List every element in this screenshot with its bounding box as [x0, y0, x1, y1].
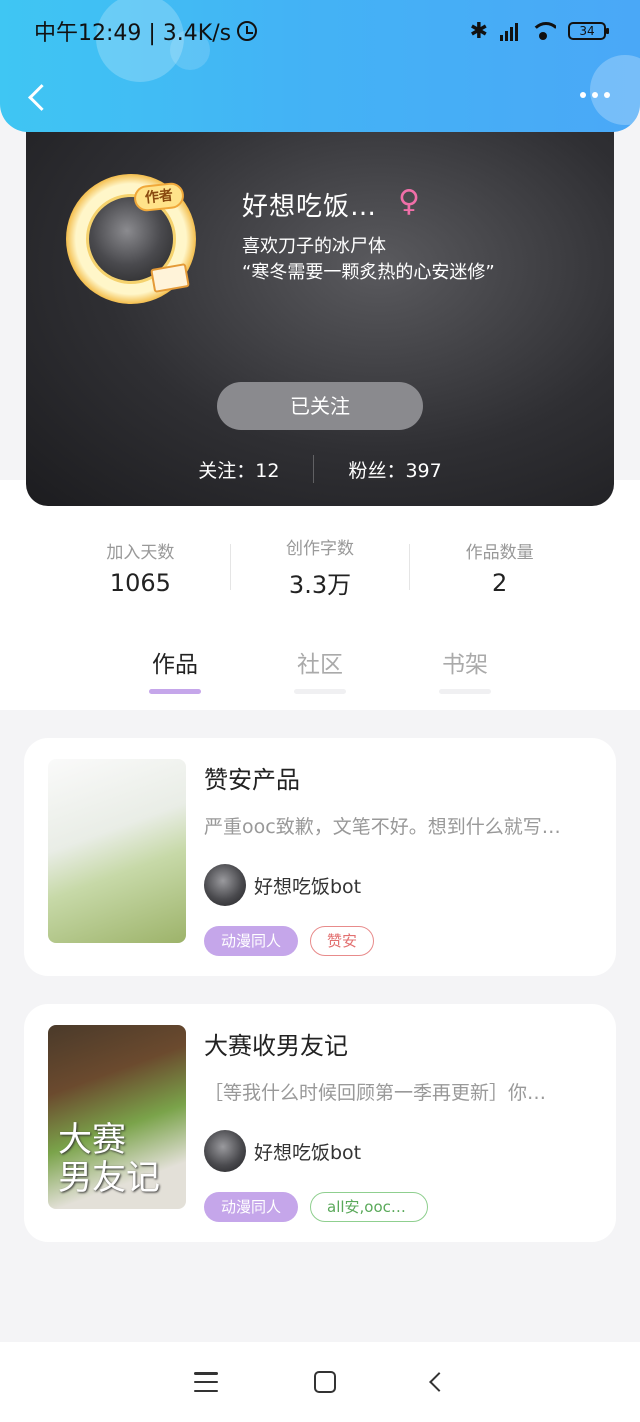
- tag[interactable]: 赞安: [310, 926, 375, 956]
- work-description: 严重ooc致歉，文笔不好。想到什么就写…: [204, 816, 561, 838]
- stat-value: 3.3万: [288, 571, 352, 599]
- author-name: 好想吃饭bot: [254, 875, 362, 898]
- stat-word-count: 创作字数 3.3万: [231, 534, 410, 600]
- author-avatar: [204, 1130, 246, 1172]
- stat-works-count: 作品数量 2: [410, 538, 589, 597]
- work-cover-image[interactable]: 大赛 男友记: [48, 1025, 186, 1209]
- tag[interactable]: 动漫同人: [204, 1192, 299, 1222]
- cover-title: 大赛 男友记: [58, 1120, 160, 1198]
- tab-works[interactable]: 作品: [135, 645, 215, 694]
- divider: [313, 455, 315, 483]
- work-title: 大赛收男友记: [204, 1032, 348, 1060]
- work-tags: 动漫同人 all安,ooc…: [204, 1192, 429, 1222]
- tag[interactable]: all安,ooc…: [310, 1192, 429, 1222]
- system-nav-bar: [0, 1342, 640, 1422]
- bluetooth-icon: ✱: [469, 18, 488, 44]
- tab-bar: 作品 社区 书架: [0, 645, 640, 701]
- profile-card: 作者 好想吃饭… ♀ 喜欢刀子的冰尸体 “寒冬需要一颗炙热的心安迷修” 已关注 …: [26, 106, 614, 506]
- menu-icon[interactable]: [194, 1372, 218, 1392]
- tab-indicator: [294, 689, 346, 694]
- battery-icon: 34: [568, 22, 609, 40]
- home-icon[interactable]: [314, 1371, 336, 1393]
- status-time: 中午12:49 | 3.4K/s: [34, 21, 232, 46]
- more-options-button[interactable]: [580, 92, 610, 98]
- top-header: 中午12:49 | 3.4K/s ✱ 34: [0, 0, 640, 132]
- bio-line: “寒冬需要一颗炙热的心安迷修”: [242, 262, 495, 283]
- work-author[interactable]: 好想吃饭bot: [204, 864, 361, 906]
- work-card[interactable]: 大赛 男友记 大赛收男友记 ［等我什么时候回顾第一季再更新］你… 好想吃饭bot …: [24, 1004, 616, 1242]
- user-name: 好想吃饭…: [242, 192, 378, 222]
- stat-join-days: 加入天数 1065: [51, 538, 230, 597]
- avatar[interactable]: 作者: [66, 174, 196, 304]
- tab-label: 作品: [152, 652, 198, 678]
- bio-line: 喜欢刀子的冰尸体: [242, 236, 386, 257]
- follow-button[interactable]: 已关注: [217, 382, 423, 430]
- wifi-icon: [530, 22, 556, 40]
- follow-stats: 关注：12 粉丝：397: [26, 452, 614, 486]
- work-author[interactable]: 好想吃饭bot: [204, 1130, 361, 1172]
- user-bio: 喜欢刀子的冰尸体 “寒冬需要一颗炙热的心安迷修”: [242, 234, 495, 286]
- stat-value: 2: [492, 568, 508, 597]
- tab-label: 书架: [442, 652, 488, 678]
- signal-icon: [500, 21, 518, 41]
- work-tags: 动漫同人 赞安: [204, 926, 375, 956]
- following-count[interactable]: 关注：12: [198, 456, 279, 483]
- work-card[interactable]: 赞安产品 严重ooc致歉，文笔不好。想到什么就写… 好想吃饭bot 动漫同人 赞…: [24, 738, 616, 976]
- stat-label: 加入天数: [106, 542, 175, 563]
- tab-community[interactable]: 社区: [280, 645, 360, 694]
- stat-label: 作品数量: [465, 542, 534, 563]
- fans-count[interactable]: 粉丝：397: [348, 456, 441, 483]
- decor-bubble: [590, 55, 640, 125]
- stat-label: 创作字数: [286, 539, 354, 559]
- work-cover-image[interactable]: [48, 759, 186, 943]
- book-icon: [150, 263, 190, 293]
- work-title: 赞安产品: [204, 766, 300, 794]
- alarm-icon: [237, 21, 258, 41]
- work-description: ［等我什么时候回顾第一季再更新］你…: [204, 1082, 547, 1104]
- tag[interactable]: 动漫同人: [204, 926, 299, 956]
- author-avatar: [204, 864, 246, 906]
- back-button[interactable]: [22, 80, 52, 116]
- status-bar: 中午12:49 | 3.4K/s ✱ 34: [34, 14, 609, 48]
- female-icon: ♀: [398, 184, 420, 219]
- nav-back-icon[interactable]: [429, 1372, 449, 1392]
- tab-indicator: [149, 689, 201, 694]
- stats-card: 加入天数 1065 创作字数 3.3万 作品数量 2: [51, 505, 589, 629]
- author-badge: 作者: [132, 181, 186, 213]
- author-name: 好想吃饭bot: [254, 1141, 362, 1164]
- tab-bookshelf[interactable]: 书架: [425, 645, 505, 694]
- tab-label: 社区: [297, 652, 343, 678]
- tab-indicator: [439, 689, 491, 694]
- stat-value: 1065: [109, 568, 171, 597]
